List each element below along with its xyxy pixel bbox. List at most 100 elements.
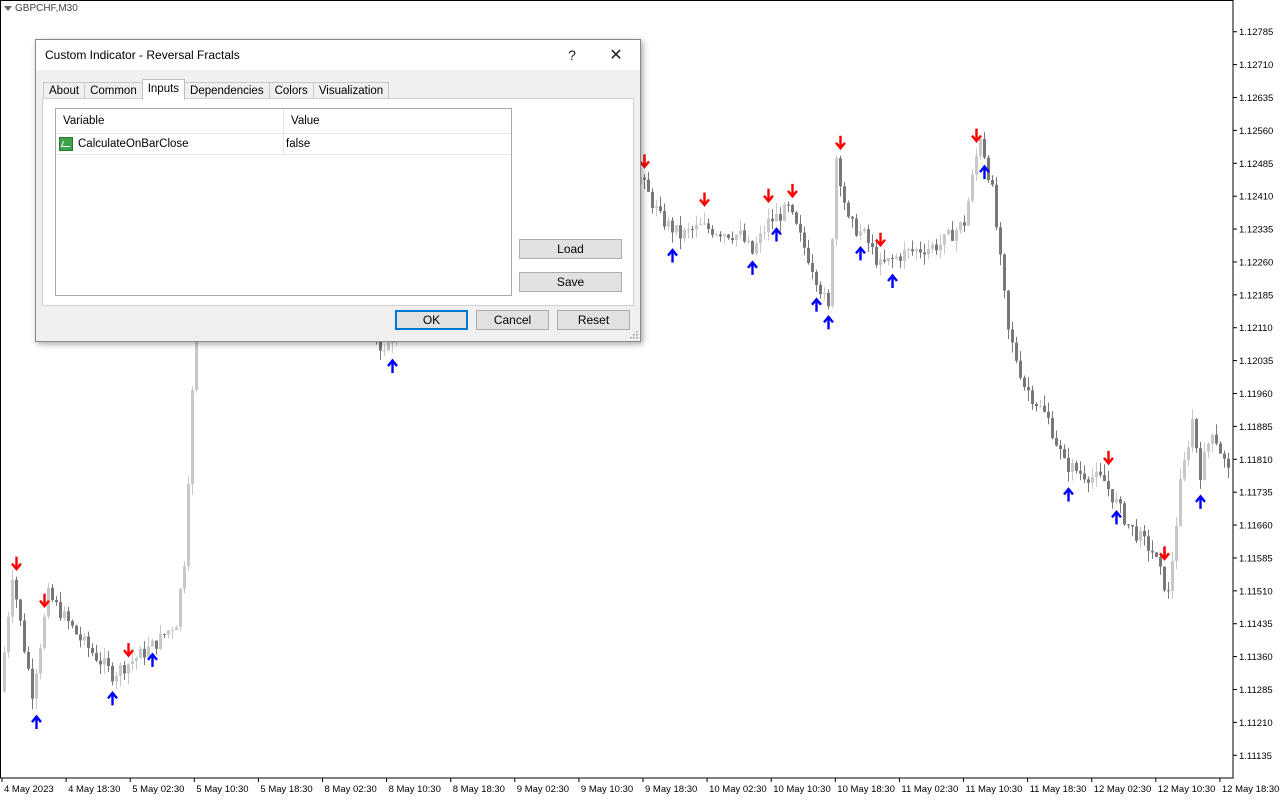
price-tick-label: 1.12710 (1239, 60, 1273, 71)
candle (1207, 442, 1210, 459)
price-tick-label: 1.12035 (1239, 356, 1273, 367)
time-tick-label: 4 May 2023 (4, 784, 54, 795)
price-tick-label: 1.11810 (1239, 455, 1273, 466)
candle (107, 651, 110, 673)
candle (1011, 321, 1014, 353)
time-tick-label: 8 May 02:30 (325, 784, 377, 795)
tab-inputs[interactable]: Inputs (141, 79, 186, 100)
variable-cell[interactable]: CalculateOnBarClose (56, 134, 284, 154)
candle (775, 203, 778, 222)
price-tick-label: 1.12185 (1239, 290, 1273, 301)
candle (975, 148, 978, 181)
variable-name: CalculateOnBarClose (78, 138, 189, 150)
candle (1195, 418, 1198, 453)
candle (1075, 460, 1078, 474)
candle (87, 631, 90, 658)
candle (643, 174, 646, 190)
candle (791, 203, 794, 215)
candle (175, 625, 178, 631)
fractal-up-arrow-icon (823, 314, 834, 330)
candle (647, 171, 650, 193)
candle (931, 241, 934, 254)
column-header-value[interactable]: Value (284, 109, 320, 133)
dialog-titlebar[interactable]: Custom Indicator - Reversal Fractals ? ✕ (36, 40, 640, 70)
column-header-variable[interactable]: Variable (56, 109, 284, 133)
time-tick-label: 11 May 18:30 (1030, 784, 1087, 795)
candle (795, 210, 798, 226)
fractal-down-arrow-icon (11, 556, 22, 572)
candle (671, 217, 674, 243)
load-button[interactable]: Load (519, 239, 622, 259)
candle (59, 591, 62, 621)
candle (1111, 489, 1114, 509)
candle (95, 644, 98, 663)
candle (747, 235, 750, 245)
candle (1083, 465, 1086, 484)
close-icon[interactable]: ✕ (594, 40, 638, 70)
candle (707, 218, 710, 234)
candle (1031, 385, 1034, 410)
candle (687, 222, 690, 239)
candle (71, 619, 74, 629)
fractal-down-arrow-icon (835, 135, 846, 151)
fractal-down-arrow-icon (123, 643, 134, 658)
resize-grip-icon[interactable] (630, 331, 638, 339)
candle (655, 199, 658, 217)
candle (695, 215, 698, 238)
candle (75, 624, 78, 635)
candle (139, 645, 142, 659)
candle (947, 227, 950, 236)
candle (1127, 524, 1130, 529)
save-button[interactable]: Save (519, 272, 622, 292)
price-tick-label: 1.11210 (1239, 718, 1273, 729)
grid-header: Variable Value (56, 109, 511, 134)
reset-button[interactable]: Reset (557, 310, 630, 330)
time-tick-label: 5 May 02:30 (132, 784, 184, 795)
candle (63, 606, 66, 621)
time-tick-label: 8 May 10:30 (389, 784, 441, 795)
time-tick-label: 8 May 18:30 (453, 784, 505, 795)
fractal-down-arrow-icon (787, 183, 798, 199)
candle (1135, 519, 1138, 544)
input-parameter-icon (59, 137, 73, 151)
candle (967, 197, 970, 227)
candle (919, 241, 922, 259)
candle (1007, 289, 1010, 340)
fractal-down-arrow-icon (639, 154, 650, 169)
candle (1179, 468, 1182, 527)
value-cell[interactable]: false (284, 138, 310, 150)
candle (983, 132, 986, 160)
price-tick-label: 1.11885 (1239, 422, 1273, 433)
candle (879, 252, 882, 276)
candle (27, 646, 30, 671)
inputs-grid[interactable]: Variable Value CalculateOnBarClose false (55, 108, 512, 296)
help-button[interactable]: ? (550, 40, 594, 70)
cancel-button[interactable]: Cancel (476, 310, 549, 330)
fractal-up-arrow-icon (1063, 487, 1074, 502)
fractal-up-arrow-icon (387, 358, 398, 374)
candle (1203, 442, 1206, 481)
dialog-title: Custom Indicator - Reversal Fractals (45, 48, 240, 62)
candle (815, 269, 818, 292)
candle (1159, 554, 1162, 575)
price-tick-label: 1.12560 (1239, 126, 1273, 137)
candle (691, 225, 694, 239)
price-tick-label: 1.12110 (1239, 323, 1273, 334)
candle (739, 219, 742, 240)
dropdown-arrow-icon[interactable] (4, 6, 12, 11)
candle (711, 225, 714, 238)
candle (163, 633, 166, 638)
price-tick-label: 1.11735 (1239, 488, 1273, 499)
chart-symbol-label[interactable]: GBPCHF,M30 (4, 3, 78, 14)
price-tick-label: 1.11510 (1239, 586, 1273, 597)
candle (1059, 440, 1062, 460)
candle (143, 641, 146, 666)
candle (683, 227, 686, 243)
ok-button[interactable]: OK (395, 310, 468, 330)
candle (1107, 470, 1110, 497)
candle (167, 629, 170, 639)
candle (31, 658, 34, 710)
price-tick-label: 1.11660 (1239, 521, 1273, 532)
candle (135, 656, 138, 670)
table-row[interactable]: CalculateOnBarClose false (56, 134, 511, 155)
